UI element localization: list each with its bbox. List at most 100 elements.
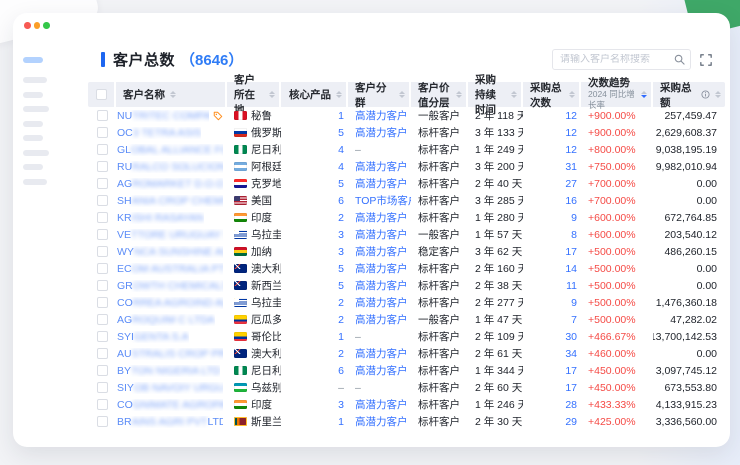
core-products-count[interactable]: 2: [338, 212, 344, 224]
customer-link[interactable]: AGROMARKET D.O.O: [117, 178, 223, 190]
purchase-count-link[interactable]: 27: [565, 178, 577, 190]
column-header-products[interactable]: 核心产品: [281, 82, 348, 107]
sort-control[interactable]: [269, 91, 275, 99]
segment-link[interactable]: 高潜力客户: [355, 397, 408, 412]
customer-link[interactable]: VETTORE URUGUAY SRL: [117, 229, 223, 241]
customer-link[interactable]: GROWTH CHEMICALS L: [117, 280, 223, 292]
segment-link[interactable]: TOP市场客户: [355, 193, 411, 208]
core-products-count[interactable]: 4: [338, 161, 344, 173]
customer-link[interactable]: ECOM AUSTRALIA PTY): [117, 263, 223, 275]
purchase-count-link[interactable]: 9: [571, 212, 577, 224]
customer-link[interactable]: RURALCO SOLUCIONES: [117, 161, 223, 173]
core-products-count[interactable]: 5: [338, 263, 344, 275]
segment-link[interactable]: 高潜力客户: [355, 363, 408, 378]
segment-link[interactable]: 高潜力客户: [355, 346, 408, 361]
sidebar-item[interactable]: [23, 179, 47, 185]
core-products-count[interactable]: 2: [338, 297, 344, 309]
purchase-count-link[interactable]: 29: [565, 416, 577, 428]
row-checkbox[interactable]: [97, 178, 108, 189]
segment-link[interactable]: 高潜力客户: [355, 261, 408, 276]
purchase-count-link[interactable]: 12: [565, 127, 577, 139]
fullscreen-icon[interactable]: [700, 54, 712, 66]
column-header-purchases[interactable]: 采购总次数: [523, 82, 581, 107]
purchase-count-link[interactable]: 17: [565, 382, 577, 394]
sidebar-item[interactable]: [23, 135, 43, 141]
customer-link[interactable]: NUTRITEC COMPANI: [117, 110, 209, 122]
core-products-count[interactable]: 2: [338, 314, 344, 326]
purchase-count-link[interactable]: 30: [565, 331, 577, 343]
row-checkbox[interactable]: [97, 144, 108, 155]
core-products-count[interactable]: 5: [338, 178, 344, 190]
sort-control[interactable]: [456, 91, 462, 99]
row-checkbox[interactable]: [97, 110, 108, 121]
sort-control[interactable]: [170, 91, 176, 99]
purchase-count-link[interactable]: 17: [565, 365, 577, 377]
search-input[interactable]: [560, 54, 674, 65]
segment-link[interactable]: 高潜力客户: [355, 244, 408, 259]
sort-control[interactable]: [336, 91, 342, 99]
column-header-name[interactable]: 客户名称: [116, 82, 227, 107]
sort-control[interactable]: [511, 91, 517, 99]
customer-link[interactable]: GLOBAL ALLIANCE FOA…: [117, 144, 223, 156]
column-header-amount[interactable]: 采购总额: [653, 82, 725, 107]
core-products-count[interactable]: 3: [338, 229, 344, 241]
column-header-segment[interactable]: 客户分群: [348, 82, 411, 107]
sort-control[interactable]: [399, 91, 405, 99]
select-all-checkbox[interactable]: [96, 89, 107, 100]
column-header-country[interactable]: 客户所在地: [227, 82, 281, 107]
core-products-count[interactable]: 1: [338, 110, 344, 122]
segment-link[interactable]: 高潜力客户: [355, 176, 408, 191]
sort-control[interactable]: [641, 91, 647, 99]
row-checkbox[interactable]: [97, 382, 108, 393]
purchase-count-link[interactable]: 12: [565, 110, 577, 122]
sidebar-item[interactable]: [23, 164, 43, 170]
purchase-count-link[interactable]: 16: [565, 195, 577, 207]
core-products-count[interactable]: 1: [338, 416, 344, 428]
customer-link[interactable]: BYTON NIGERIA LTD: [117, 365, 220, 377]
core-products-count[interactable]: 4: [338, 144, 344, 156]
customer-link[interactable]: AUSTRALIS CROP PROP…: [117, 348, 223, 360]
row-checkbox[interactable]: [97, 195, 108, 206]
purchase-count-link[interactable]: 34: [565, 348, 577, 360]
row-checkbox[interactable]: [97, 297, 108, 308]
customer-link[interactable]: SIYOB NAVOIY URGUX…: [117, 382, 223, 394]
customer-link[interactable]: OC3 TETRA ASIS: [117, 127, 201, 139]
row-checkbox[interactable]: [97, 399, 108, 410]
segment-link[interactable]: 高潜力客户: [355, 108, 408, 123]
row-checkbox[interactable]: [97, 229, 108, 240]
core-products-count[interactable]: 3: [338, 246, 344, 258]
row-checkbox[interactable]: [97, 416, 108, 427]
customer-link[interactable]: SYIGENTA S.A: [117, 331, 189, 343]
row-checkbox[interactable]: [97, 365, 108, 376]
segment-link[interactable]: 高潜力客户: [355, 125, 408, 140]
row-checkbox[interactable]: [97, 280, 108, 291]
row-checkbox[interactable]: [97, 331, 108, 342]
row-checkbox[interactable]: [97, 263, 108, 274]
search-icon[interactable]: [674, 54, 685, 65]
segment-link[interactable]: 高潜力客户: [355, 312, 408, 327]
sort-control[interactable]: [715, 91, 721, 99]
purchase-count-link[interactable]: 28: [565, 399, 577, 411]
customer-link[interactable]: WYNCA SUNSHINE AG(U…: [117, 246, 223, 258]
row-checkbox[interactable]: [97, 314, 108, 325]
core-products-count[interactable]: 6: [338, 195, 344, 207]
customer-link[interactable]: COGNIMATE AGROPACKE…: [117, 399, 223, 411]
core-products-count[interactable]: 2: [338, 348, 344, 360]
sidebar-item[interactable]: [23, 121, 43, 127]
core-products-count[interactable]: 5: [338, 280, 344, 292]
info-icon[interactable]: [701, 90, 710, 99]
customer-link[interactable]: AGROQUIM C LTDA: [117, 314, 215, 326]
column-header-duration[interactable]: 采购持续时间: [468, 82, 523, 107]
purchase-count-link[interactable]: 8: [571, 229, 577, 241]
row-checkbox[interactable]: [97, 161, 108, 172]
core-products-count[interactable]: 5: [338, 127, 344, 139]
sidebar-item[interactable]: [23, 77, 47, 83]
row-checkbox[interactable]: [97, 212, 108, 223]
segment-link[interactable]: 高潜力客户: [355, 414, 408, 429]
customer-link[interactable]: SHANIA CROP CHEMI: [117, 195, 223, 207]
sidebar-item[interactable]: [23, 106, 49, 112]
core-products-count[interactable]: 1: [338, 331, 344, 343]
column-header-tier[interactable]: 客户价值分层: [411, 82, 468, 107]
segment-link[interactable]: 高潜力客户: [355, 210, 408, 225]
segment-link[interactable]: 高潜力客户: [355, 278, 408, 293]
